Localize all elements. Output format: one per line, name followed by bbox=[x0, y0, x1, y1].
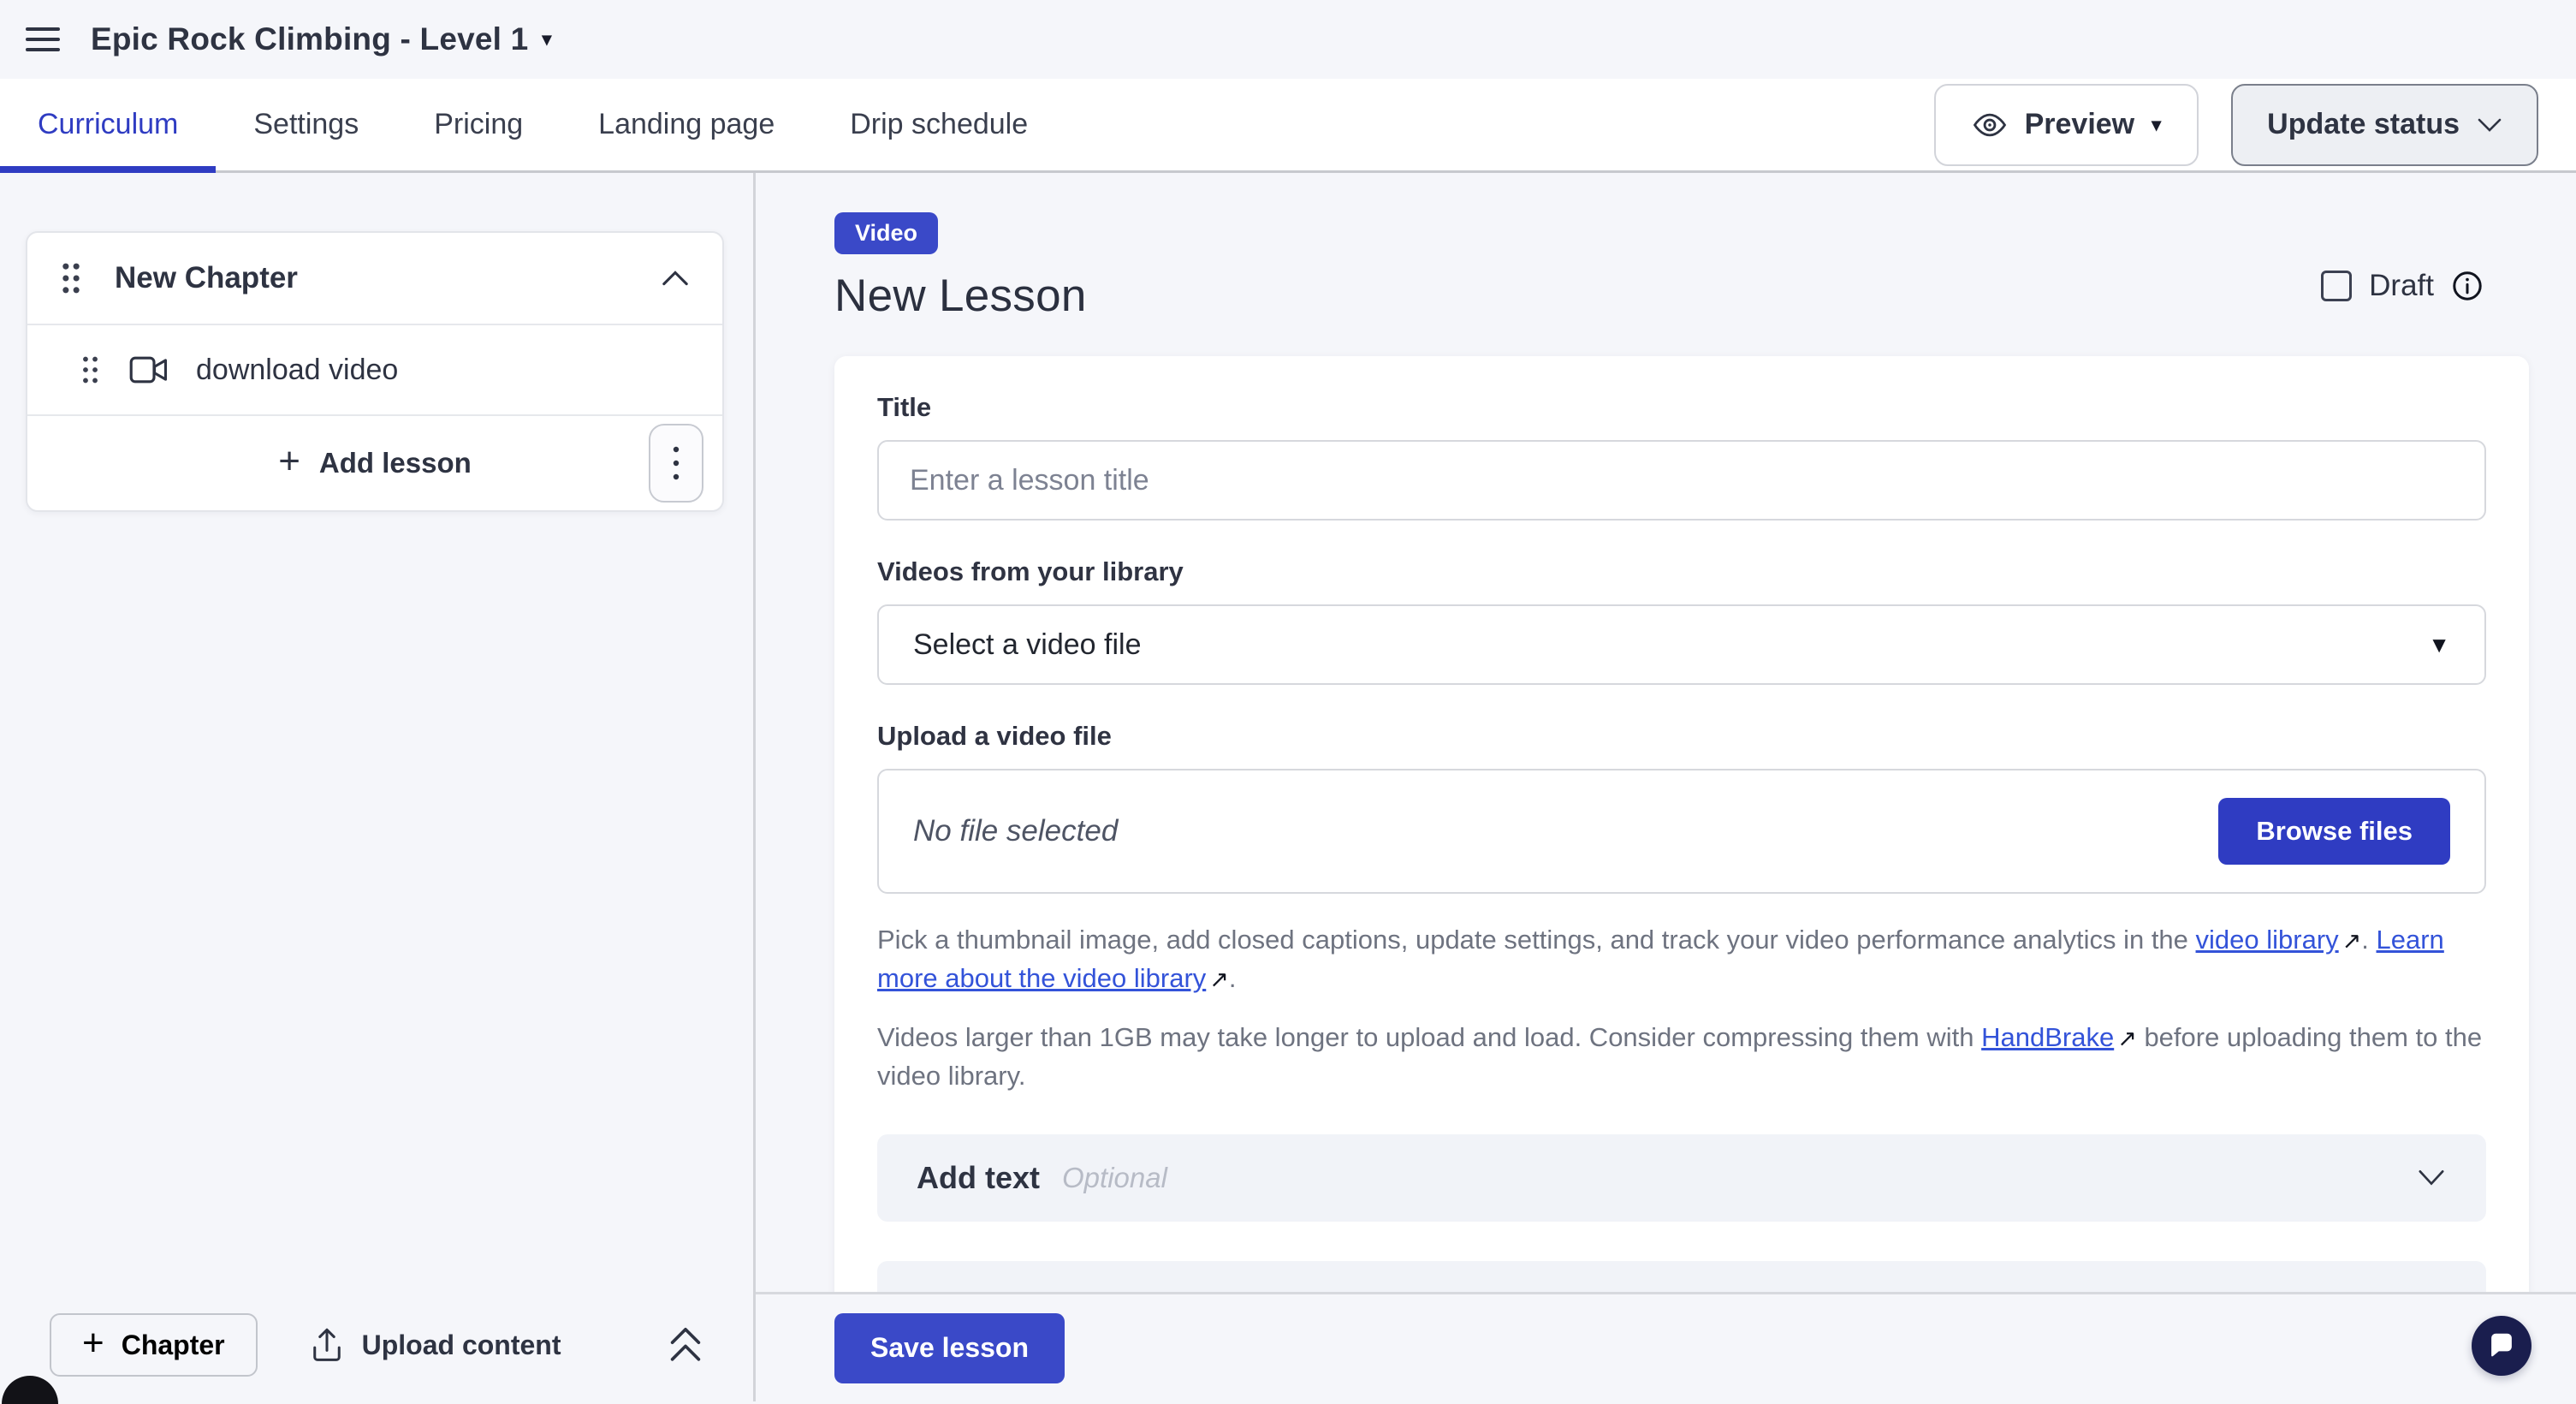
top-bar: Epic Rock Climbing - Level 1 ▾ bbox=[0, 0, 2576, 79]
lesson-editor: Video New Lesson Draft Title bbox=[756, 173, 2576, 1401]
select-value: Select a video file bbox=[913, 628, 1142, 662]
update-status-label: Update status bbox=[2267, 108, 2460, 141]
preview-button[interactable]: Preview ▾ bbox=[1934, 84, 2199, 166]
chat-launcher[interactable] bbox=[2472, 1316, 2531, 1376]
info-icon[interactable] bbox=[2451, 270, 2484, 302]
lesson-header: Video New Lesson Draft bbox=[756, 173, 2576, 322]
tab-landing-page[interactable]: Landing page bbox=[561, 79, 812, 170]
upload-icon bbox=[311, 1327, 343, 1363]
video-camera-icon bbox=[129, 354, 170, 385]
plus-icon: + bbox=[278, 443, 300, 480]
external-link-icon: ↗ bbox=[2339, 922, 2362, 960]
upload-content-label: Upload content bbox=[362, 1330, 561, 1361]
video-library-select[interactable]: Select a video file ▼ bbox=[877, 604, 2486, 685]
select-caret-icon: ▼ bbox=[2428, 632, 2450, 658]
upload-content-button[interactable]: Upload content bbox=[311, 1327, 561, 1363]
chevron-up-icon[interactable] bbox=[661, 269, 690, 288]
save-footer: Save lesson bbox=[756, 1292, 2576, 1401]
tab-bar: Curriculum Settings Pricing Landing page… bbox=[0, 79, 2576, 173]
collapse-all-icon[interactable] bbox=[668, 1325, 703, 1365]
title-label: Title bbox=[877, 392, 2486, 423]
help-text: . bbox=[1229, 963, 1237, 993]
video-library-link[interactable]: video library bbox=[2196, 925, 2339, 955]
content-area: New Chapter bbox=[0, 173, 2576, 1401]
tabbar-actions: Preview ▾ Update status bbox=[1934, 84, 2576, 166]
upload-field-group: Upload a video file No file selected Bro… bbox=[877, 721, 2486, 894]
file-drop-area[interactable]: No file selected Browse files bbox=[877, 769, 2486, 894]
chevron-down-icon bbox=[2416, 1169, 2447, 1187]
help-text: . bbox=[2361, 925, 2376, 955]
external-link-icon: ↗ bbox=[1206, 961, 1229, 998]
chevron-down-icon bbox=[2477, 116, 2502, 134]
no-file-text: No file selected bbox=[913, 814, 1118, 848]
tab-drip-schedule[interactable]: Drip schedule bbox=[812, 79, 1065, 170]
browse-files-button[interactable]: Browse files bbox=[2218, 798, 2450, 865]
save-lesson-button[interactable]: Save lesson bbox=[834, 1313, 1065, 1383]
add-lesson-button[interactable]: + Add lesson bbox=[278, 446, 472, 480]
caret-down-icon: ▾ bbox=[2152, 116, 2161, 134]
upload-label: Upload a video file bbox=[877, 721, 2486, 752]
add-text-label: Add text bbox=[917, 1160, 1040, 1196]
chapter-card: New Chapter bbox=[26, 231, 724, 512]
tab-curriculum[interactable]: Curriculum bbox=[0, 79, 216, 170]
chapter-header[interactable]: New Chapter bbox=[27, 233, 722, 325]
add-lesson-row: + Add lesson bbox=[27, 416, 722, 510]
drag-handle-icon[interactable] bbox=[80, 354, 100, 385]
help-text: Videos larger than 1GB may take longer t… bbox=[877, 1022, 1981, 1052]
title-field-group: Title bbox=[877, 392, 2486, 521]
caret-down-icon: ▾ bbox=[542, 30, 551, 49]
lesson-form-card: Title Videos from your library Select a … bbox=[834, 356, 2529, 1383]
lesson-title-input[interactable] bbox=[877, 440, 2486, 521]
help-text: Pick a thumbnail image, add closed capti… bbox=[877, 925, 2196, 955]
tabs: Curriculum Settings Pricing Landing page… bbox=[0, 79, 1065, 170]
handbrake-link[interactable]: HandBrake bbox=[1981, 1022, 2114, 1052]
lesson-row[interactable]: download video bbox=[27, 325, 722, 416]
add-text-accordion[interactable]: Add text Optional bbox=[877, 1134, 2486, 1222]
lesson-title: download video bbox=[196, 354, 398, 387]
library-label: Videos from your library bbox=[877, 556, 2486, 587]
tab-pricing[interactable]: Pricing bbox=[396, 79, 561, 170]
draft-control: Draft bbox=[2321, 269, 2484, 303]
chapter-title: New Chapter bbox=[115, 261, 298, 295]
lesson-type-badge: Video bbox=[834, 212, 938, 254]
video-library-help-text: Pick a thumbnail image, add closed capti… bbox=[877, 921, 2486, 998]
eye-icon bbox=[1972, 107, 2008, 143]
update-status-button[interactable]: Update status bbox=[2231, 84, 2538, 166]
plus-icon: + bbox=[82, 1324, 104, 1362]
optional-label: Optional bbox=[1062, 1162, 1167, 1194]
compression-help-text: Videos larger than 1GB may take longer t… bbox=[877, 1019, 2486, 1095]
tab-settings[interactable]: Settings bbox=[216, 79, 396, 170]
drag-handle-icon[interactable] bbox=[60, 261, 82, 295]
hamburger-menu-icon[interactable] bbox=[26, 22, 60, 57]
course-title-dropdown[interactable]: Epic Rock Climbing - Level 1 ▾ bbox=[91, 21, 552, 57]
sidebar-footer: + Chapter Upload content bbox=[0, 1288, 753, 1401]
add-lesson-label: Add lesson bbox=[319, 447, 472, 479]
course-title: Epic Rock Climbing - Level 1 bbox=[91, 21, 528, 57]
kebab-menu-icon bbox=[673, 444, 680, 482]
curriculum-sidebar: New Chapter bbox=[0, 173, 756, 1401]
chat-icon bbox=[2485, 1330, 2518, 1362]
add-chapter-button[interactable]: + Chapter bbox=[50, 1313, 258, 1377]
page-title: New Lesson bbox=[834, 270, 2576, 322]
draft-label: Draft bbox=[2369, 269, 2434, 303]
library-field-group: Videos from your library Select a video … bbox=[877, 556, 2486, 685]
add-chapter-label: Chapter bbox=[122, 1330, 225, 1361]
draft-checkbox[interactable] bbox=[2321, 271, 2352, 301]
external-link-icon: ↗ bbox=[2114, 1020, 2137, 1057]
preview-label: Preview bbox=[2025, 108, 2135, 141]
chapter-menu-button[interactable] bbox=[649, 424, 703, 503]
